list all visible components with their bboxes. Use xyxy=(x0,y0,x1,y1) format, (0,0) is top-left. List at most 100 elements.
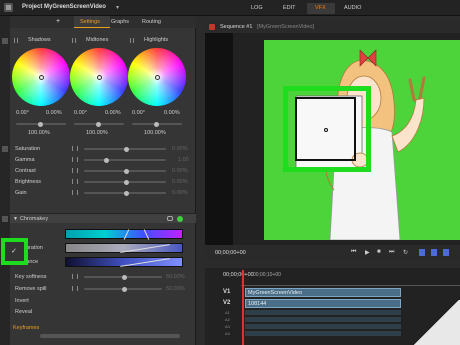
keyframe-icon[interactable] xyxy=(72,274,78,279)
keyframe-icon[interactable] xyxy=(72,190,78,195)
panel-tab-bar: + Settings Graphs Routing xyxy=(10,16,196,28)
contrast-slider[interactable] xyxy=(84,168,166,174)
project-title[interactable]: Project MyGreenScreenVideo xyxy=(22,4,106,10)
keyframes-label: Keyframes xyxy=(13,325,40,331)
mask-selection-box[interactable] xyxy=(295,97,356,161)
left-tool-strip xyxy=(0,16,10,345)
enable-effect-icon[interactable] xyxy=(177,216,183,222)
chromakey-saturation-bar[interactable] xyxy=(65,243,183,253)
saturation-slider[interactable] xyxy=(84,146,166,152)
tab-graphs[interactable]: Graphs xyxy=(111,19,129,25)
sliders-icon[interactable] xyxy=(72,38,76,43)
brightness-slider[interactable] xyxy=(84,179,166,185)
shadows-hue-value[interactable]: 0.00° xyxy=(16,110,29,116)
shadows-level-slider[interactable] xyxy=(16,121,66,127)
shadows-level-value[interactable]: 100.00% xyxy=(28,130,50,136)
keyframes-scrollbar[interactable] xyxy=(40,334,180,338)
mode-tab-edit[interactable]: EDIT xyxy=(283,5,296,11)
sliders-icon[interactable] xyxy=(130,38,134,43)
track-label-a1: A1 xyxy=(225,310,230,315)
audio-clip[interactable] xyxy=(245,317,401,322)
record-icon[interactable] xyxy=(209,24,215,30)
chromakey-saturation-label: uration xyxy=(26,245,43,251)
chromakey-luminance-bar[interactable] xyxy=(65,257,183,267)
key-softness-slider[interactable] xyxy=(84,274,162,280)
reveal-row[interactable]: Reveal xyxy=(10,307,196,317)
app-logo-icon xyxy=(4,3,13,12)
collapse-arrow-icon[interactable]: ▼ xyxy=(13,216,18,222)
mode-tab-vfx[interactable]: VFX xyxy=(307,3,335,14)
tool-icon[interactable] xyxy=(2,38,8,44)
wheel-header-highlights: Highlights xyxy=(126,36,188,45)
adjustment-row-brightness: Brightness 0.00% xyxy=(15,179,188,185)
highlights-level-slider[interactable] xyxy=(132,121,182,127)
audio-clip[interactable] xyxy=(245,310,401,315)
track-label-a2: A2 xyxy=(225,317,230,322)
add-tab-button[interactable]: + xyxy=(56,18,60,25)
keyframe-icon[interactable] xyxy=(72,168,78,173)
audio-clip[interactable] xyxy=(245,331,401,336)
keyframe-icon[interactable] xyxy=(72,146,78,151)
viewer-option-icon[interactable] xyxy=(431,249,437,256)
chromakey-color-bar[interactable] xyxy=(65,229,183,240)
highlights-color-wheel[interactable] xyxy=(128,48,186,106)
tab-routing[interactable]: Routing xyxy=(142,19,161,25)
midtones-level-value[interactable]: 100.00% xyxy=(86,130,108,136)
tab-settings[interactable]: Settings xyxy=(74,16,110,28)
keyframe-icon[interactable] xyxy=(72,179,78,184)
adjustment-row-gamma: Gamma 1.00 xyxy=(15,157,189,163)
keyframe-icon[interactable] xyxy=(72,157,78,162)
viewer-controls: 00;00;00+00 ⏮ ▶ ■ ⏭ ↻ xyxy=(205,245,460,261)
mode-tab-log[interactable]: LOG xyxy=(251,5,263,11)
key-softness-row: Key softness 50.00% xyxy=(15,274,185,280)
wheel-header-shadows: Shadows xyxy=(10,36,72,45)
remove-spill-row: Remove spill 50.00% xyxy=(15,286,185,292)
tool-icon[interactable] xyxy=(2,216,8,222)
clip-108144[interactable]: 108144 xyxy=(245,299,401,308)
page-curl xyxy=(412,300,460,345)
highlights-level-value[interactable]: 100.00% xyxy=(144,130,166,136)
viewer-header: Sequence #1 [MyGreenScreenVideo] xyxy=(205,21,460,33)
highlights-amount-value[interactable]: 0.00% xyxy=(164,110,180,116)
midtones-hue-value[interactable]: 0.00° xyxy=(74,110,87,116)
shadows-color-wheel[interactable] xyxy=(12,48,70,106)
clip-mygreenscreenvideo[interactable]: MyGreenScreenVideo xyxy=(245,288,401,297)
keyframe-icon[interactable] xyxy=(72,286,78,291)
midtones-amount-value[interactable]: 0.00% xyxy=(105,110,121,116)
highlights-hue-value[interactable]: 0.00° xyxy=(132,110,145,116)
mode-tab-audio[interactable]: AUDIO xyxy=(344,5,361,11)
loop-icon[interactable]: ↻ xyxy=(403,249,408,256)
prev-frame-icon[interactable]: ⏮ xyxy=(351,249,356,256)
track-label-v2: V2 xyxy=(223,300,231,306)
next-frame-icon[interactable]: ⏭ xyxy=(389,249,394,256)
midtones-level-slider[interactable] xyxy=(74,121,124,127)
timeline-timecode[interactable]: 00;00;00+00 xyxy=(223,272,254,278)
timeline-ruler[interactable] xyxy=(241,280,460,286)
sequence-source: [MyGreenScreenVideo] xyxy=(257,24,315,30)
chromakey-header[interactable]: ▼ Chromakey xyxy=(10,213,196,223)
chromakey-enable-checkbox[interactable]: ✓ xyxy=(1,238,28,265)
viewer-option-icon[interactable] xyxy=(443,249,449,256)
viewer-timecode[interactable]: 00;00;00+00 xyxy=(215,250,246,256)
play-icon[interactable]: ▶ xyxy=(365,249,370,256)
sliders-icon[interactable] xyxy=(14,38,18,43)
project-dropdown-icon[interactable]: ▾ xyxy=(116,4,119,11)
adjustment-row-contrast: Contrast 0.00% xyxy=(15,168,188,174)
vfx-settings-panel: + Settings Graphs Routing Shadows Midton… xyxy=(1,16,196,345)
midtones-color-wheel[interactable] xyxy=(70,48,128,106)
playhead[interactable] xyxy=(242,270,244,345)
viewer-option-icon[interactable] xyxy=(419,249,425,256)
gain-slider[interactable] xyxy=(84,190,166,196)
viewer-left-band xyxy=(205,33,233,245)
link-icon[interactable] xyxy=(167,216,173,221)
title-bar: Project MyGreenScreenVideo ▾ LOG EDIT VF… xyxy=(0,0,460,16)
tool-icon[interactable] xyxy=(2,146,8,152)
shadows-amount-value[interactable]: 0.00% xyxy=(46,110,62,116)
audio-clip[interactable] xyxy=(245,324,401,329)
invert-row[interactable]: Invert xyxy=(10,296,196,306)
wheel-header-midtones: Midtones xyxy=(68,36,130,45)
mask-center-point[interactable] xyxy=(324,128,328,132)
remove-spill-slider[interactable] xyxy=(84,286,162,292)
gamma-slider[interactable] xyxy=(84,157,166,163)
stop-icon[interactable]: ■ xyxy=(377,249,381,255)
